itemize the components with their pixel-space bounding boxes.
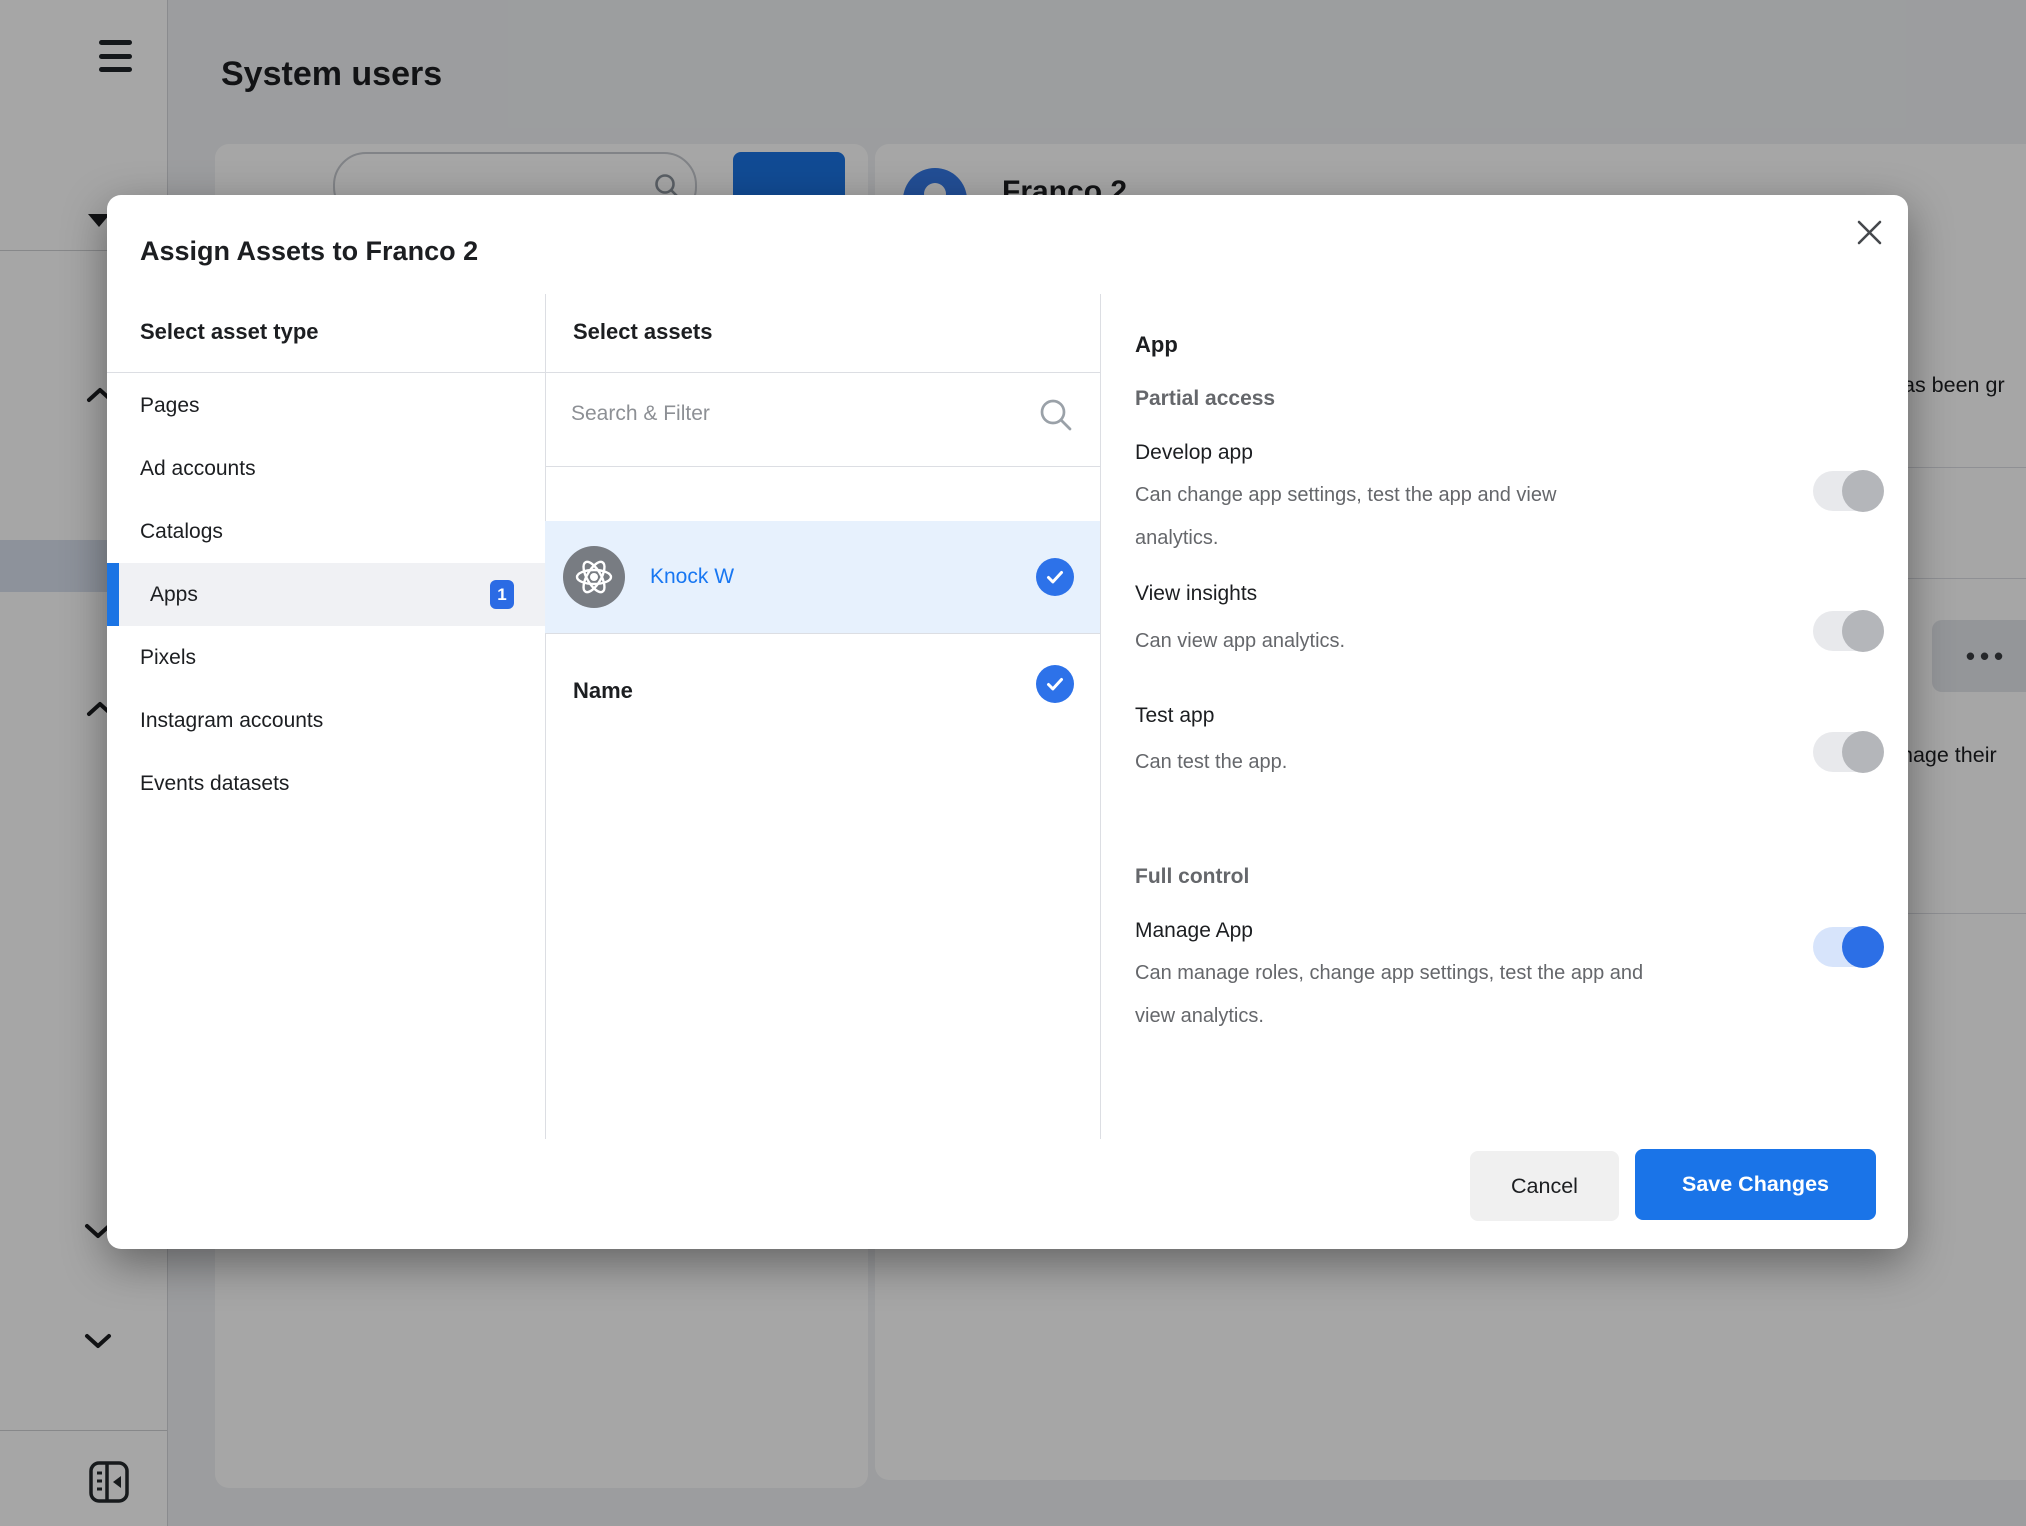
asset-row-knock-w[interactable]: Knock W	[545, 521, 1100, 633]
row-divider	[545, 633, 1100, 634]
asset-type-column-header: Select asset type	[140, 319, 319, 345]
asset-type-apps[interactable]: Apps 1	[107, 563, 545, 626]
count-badge: 1	[490, 580, 514, 609]
asset-type-ad-accounts[interactable]: Ad accounts	[107, 437, 545, 500]
asset-type-events-datasets[interactable]: Events datasets	[107, 752, 545, 815]
close-icon	[1856, 219, 1883, 246]
section-full-control: Full control	[1135, 865, 1249, 889]
name-column-header: Name	[573, 678, 633, 704]
check-icon	[1044, 673, 1066, 695]
toggle-knob	[1842, 731, 1884, 773]
atom-icon	[570, 553, 618, 601]
perm-develop-app-title: Develop app	[1135, 441, 1253, 465]
toggle-knob	[1842, 610, 1884, 652]
row-checkbox[interactable]	[1036, 558, 1074, 596]
view-insights-toggle[interactable]	[1813, 611, 1883, 651]
asset-type-list: Pages Ad accounts Catalogs Apps 1 Pixels…	[107, 374, 545, 815]
search-divider	[545, 466, 1100, 467]
asset-type-instagram-accounts[interactable]: Instagram accounts	[107, 689, 545, 752]
develop-app-toggle[interactable]	[1813, 471, 1883, 511]
permissions-header: App	[1135, 332, 1178, 358]
check-icon	[1044, 566, 1066, 588]
column-divider	[545, 294, 546, 1139]
search-icon	[1039, 398, 1075, 434]
perm-test-app-title: Test app	[1135, 704, 1214, 728]
toggle-knob	[1842, 470, 1884, 512]
select-all-checkbox[interactable]	[1036, 665, 1074, 703]
assets-column-header: Select assets	[573, 319, 712, 345]
cancel-button[interactable]: Cancel	[1470, 1151, 1619, 1221]
perm-develop-app-desc: Can change app settings, test the app an…	[1135, 474, 1610, 560]
dialog-title: Assign Assets to Franco 2	[140, 236, 478, 267]
asset-type-pages[interactable]: Pages	[107, 374, 545, 437]
asset-type-pixels[interactable]: Pixels	[107, 626, 545, 689]
selected-indicator-bar	[107, 563, 119, 626]
app-avatar	[563, 546, 625, 608]
manage-app-toggle[interactable]	[1813, 927, 1883, 967]
close-button[interactable]	[1852, 215, 1886, 249]
save-changes-button[interactable]: Save Changes	[1635, 1149, 1876, 1220]
search-filter-input[interactable]	[569, 387, 1003, 441]
assign-assets-dialog: Assign Assets to Franco 2 Select asset t…	[107, 195, 1908, 1249]
perm-manage-app-desc: Can manage roles, change app settings, t…	[1135, 952, 1655, 1038]
perm-manage-app-title: Manage App	[1135, 919, 1253, 943]
asset-name: Knock W	[650, 521, 734, 633]
perm-test-app-desc: Can test the app.	[1135, 741, 1610, 784]
asset-type-catalogs[interactable]: Catalogs	[107, 500, 545, 563]
column-divider	[1100, 294, 1101, 1139]
test-app-toggle[interactable]	[1813, 732, 1883, 772]
header-divider	[107, 372, 1100, 373]
perm-view-insights-title: View insights	[1135, 582, 1257, 606]
perm-view-insights-desc: Can view app analytics.	[1135, 620, 1610, 663]
toggle-knob	[1842, 926, 1884, 968]
section-partial-access: Partial access	[1135, 387, 1275, 411]
